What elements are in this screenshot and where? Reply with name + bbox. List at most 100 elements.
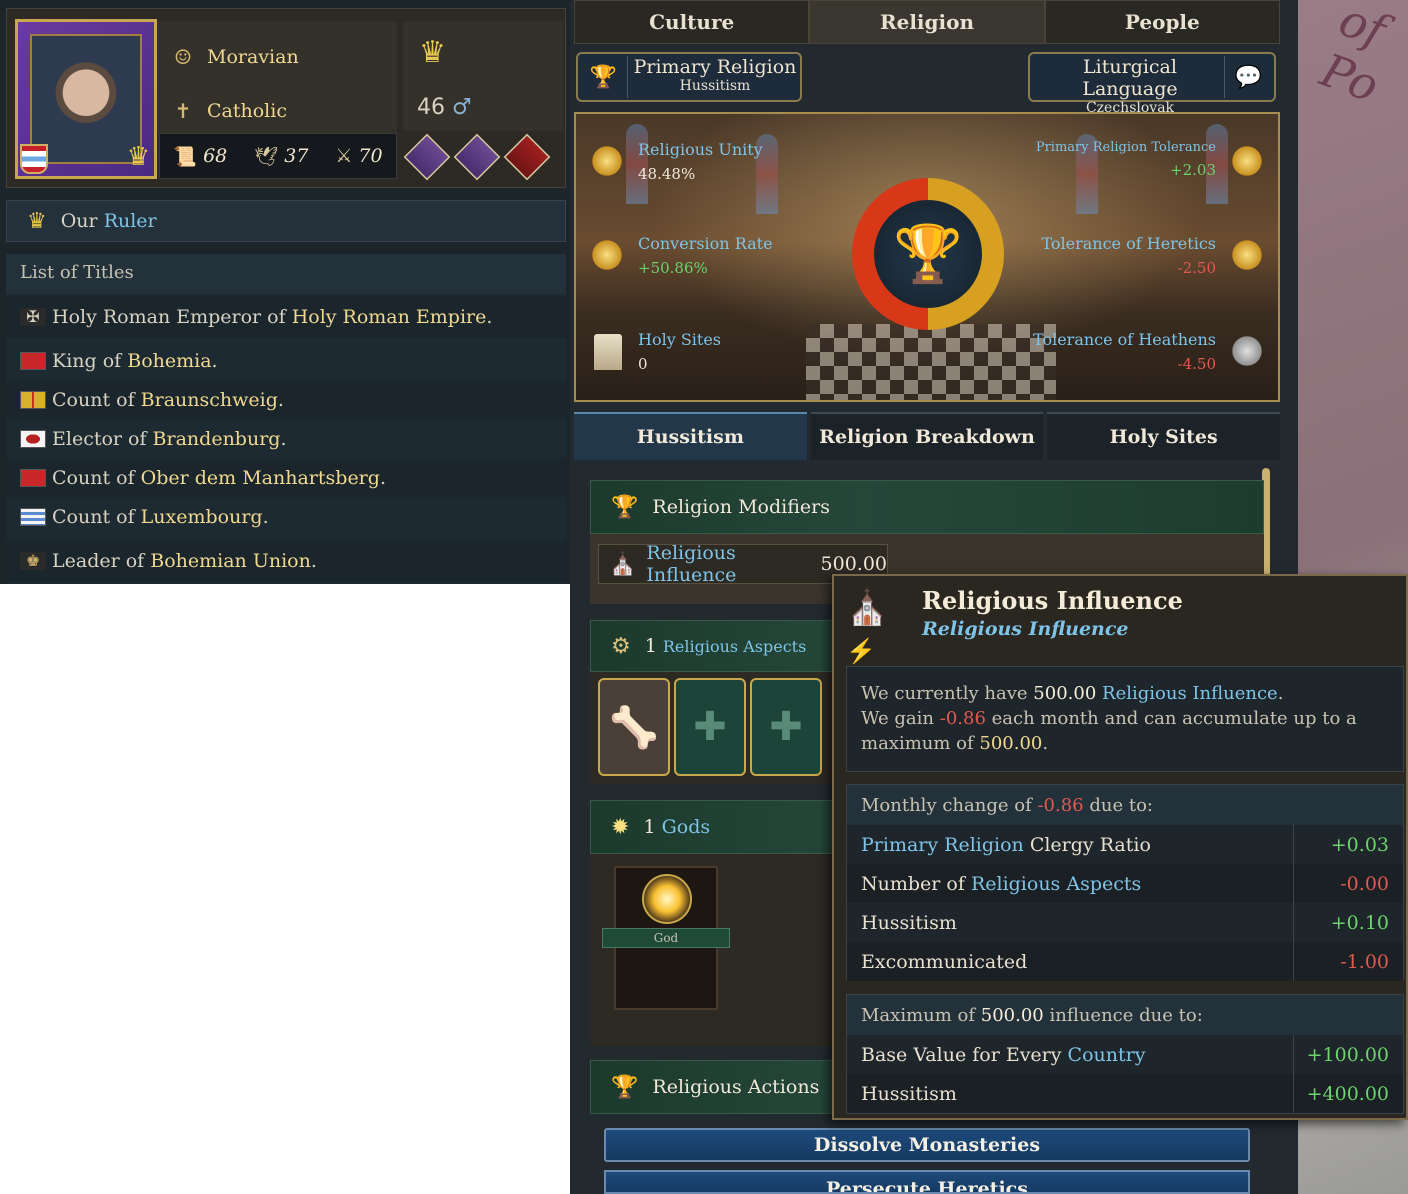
religion-name: Catholic (207, 100, 287, 122)
tab-culture[interactable]: Culture (574, 0, 810, 44)
tab-religion[interactable]: Religion (809, 0, 1045, 44)
male-icon: ♂ (452, 95, 472, 120)
union-crown-icon: ♚ (20, 552, 46, 570)
breakdown-link[interactable]: Primary Religion (861, 834, 1024, 856)
desc-monthly-value: -0.86 (939, 708, 986, 729)
tab-religion-breakdown[interactable]: Religion Breakdown (810, 412, 1044, 460)
dissolve-monasteries-button[interactable]: Dissolve Monasteries (604, 1128, 1250, 1162)
religion-row[interactable]: ✝ Catholic (171, 91, 287, 131)
chalice-icon: 🏆 (874, 200, 982, 308)
age-box: ♛ 46 ♂ (403, 21, 563, 131)
primary-religion-value: Hussitism (679, 78, 751, 94)
breakdown-row: Hussitism +0.10 (847, 903, 1403, 942)
breakdown-value: +0.10 (1293, 903, 1389, 942)
title-name[interactable]: Ober dem Manhartsberg (141, 467, 380, 489)
tab-people[interactable]: People (1044, 0, 1280, 44)
our-ruler-link[interactable]: ♛ Our Ruler (6, 200, 566, 242)
sun-icon (590, 144, 624, 178)
aspect-slot-relic-icon[interactable]: 🦴 (598, 678, 670, 776)
church-lightning-icon: ⛪⚡ (846, 588, 889, 665)
religious-aspects-title: 1 Religious Aspects (645, 635, 807, 657)
conversion-rate-stat[interactable]: Conversion Rate +50.86% (638, 234, 773, 277)
desc-max-value: 500.00 (979, 733, 1043, 754)
ruler-link[interactable]: Ruler (104, 210, 157, 232)
trait-jester-icon[interactable] (453, 133, 501, 181)
monthly-head-text: Monthly change of (861, 794, 1032, 816)
title-end: . (310, 550, 317, 572)
admin-skill-value: 68 (203, 145, 228, 167)
tab-holy-sites[interactable]: Holy Sites (1047, 412, 1281, 460)
heretics-tolerance-value: -2.50 (1177, 259, 1216, 277)
gods-title: 1 Gods (643, 816, 710, 838)
breakdown-row: Primary Religion Clergy Ratio +0.03 (847, 825, 1403, 864)
breakdown-link[interactable]: Religious Aspects (971, 873, 1141, 895)
monthly-change-header: Monthly change of -0.86 due to: (847, 785, 1403, 825)
heathens-tolerance-stat[interactable]: Tolerance of Heathens -4.50 (1033, 330, 1216, 373)
title-role: Elector of (52, 428, 147, 450)
breakdown-text: Clergy Ratio (1029, 833, 1151, 856)
titles-header: List of Titles (6, 254, 566, 294)
tab-hussitism[interactable]: Hussitism (574, 412, 807, 460)
max-head-text: influence due to: (1049, 1004, 1203, 1026)
military-skill[interactable]: ⚔ 70 (335, 145, 382, 167)
religious-influence-label: Religious Influence (646, 542, 737, 586)
religion-unity-ring[interactable]: 🏆 (852, 178, 1004, 330)
crown-icon: ♛ (27, 208, 47, 234)
holy-sites-stat[interactable]: Holy Sites 0 (638, 330, 721, 373)
title-row[interactable]: ✠ Holy Roman Emperor of Holy Roman Empir… (6, 296, 566, 338)
liturgical-language-pill[interactable]: Liturgical Language Czechslovak 💬 (1028, 52, 1276, 116)
title-name[interactable]: Braunschweig (141, 389, 278, 411)
primary-tolerance-stat[interactable]: Primary Religion Tolerance +2.03 (1036, 140, 1216, 179)
trait-hat-icon[interactable] (503, 133, 551, 181)
ruler-age[interactable]: 46 ♂ (417, 95, 472, 120)
next-action-label: Persecute Heretics (826, 1178, 1028, 1194)
religion-modifiers-header[interactable]: 🏆 Religion Modifiers (590, 480, 1264, 534)
title-row[interactable]: ♚ Leader of Bohemian Union. (6, 540, 566, 582)
dove-icon: 🕊 (254, 145, 279, 168)
titles-list: List of Titles ✠ Holy Roman Emperor of H… (6, 254, 566, 584)
tooltip-subtitle[interactable]: Religious Influence (922, 618, 1129, 640)
title-row[interactable]: Count of Luxembourg. (6, 498, 566, 536)
breakdown-label: Hussitism (861, 911, 957, 934)
trait-book-icon[interactable] (403, 133, 451, 181)
title-row[interactable]: Count of Braunschweig. (6, 381, 566, 419)
next-action-button[interactable]: Persecute Heretics (604, 1170, 1250, 1194)
aspect-slot-empty-cross-icon[interactable]: ✚ (750, 678, 822, 776)
admin-skill[interactable]: 📜 68 (173, 145, 227, 168)
desc-punct: . (1277, 683, 1284, 704)
culture-row[interactable]: ☺ Moravian (171, 37, 299, 77)
title-name[interactable]: Brandenburg (153, 428, 281, 450)
maximum-breakdown: Maximum of 500.00 influence due to: Base… (846, 994, 1404, 1114)
max-head-value: 500.00 (980, 1004, 1044, 1026)
top-tabs: Culture Religion People (574, 0, 1280, 44)
title-row[interactable]: Elector of Brandenburg. (6, 420, 566, 458)
sunburst-icon: ✹ (611, 814, 630, 840)
title-role: Count of (52, 506, 135, 528)
diplomatic-skill[interactable]: 🕊 37 (254, 145, 308, 168)
religious-influence-value: 500.00 (820, 553, 887, 575)
desc-influence-link[interactable]: Religious Influence (1102, 683, 1278, 704)
culture-masks-icon: ☺ (174, 45, 192, 69)
title-name[interactable]: Luxembourg (141, 506, 263, 528)
ruler-traits (403, 133, 565, 181)
luxembourg-coat-of-arms-icon[interactable] (20, 144, 48, 174)
title-row[interactable]: Count of Ober dem Manhartsberg. (6, 459, 566, 497)
breakdown-label: Primary Religion Clergy Ratio (861, 834, 1151, 856)
title-name[interactable]: Bohemian Union (150, 550, 311, 572)
aspect-slot-empty-cross-icon[interactable]: ✚ (674, 678, 746, 776)
title-name[interactable]: Bohemia (127, 350, 211, 372)
title-name[interactable]: Holy Roman Empire (292, 306, 487, 328)
breakdown-link[interactable]: Country (1068, 1044, 1146, 1066)
heretics-tolerance-stat[interactable]: Tolerance of Heretics -2.50 (1041, 234, 1216, 277)
religious-actions-title: Religious Actions (652, 1076, 820, 1098)
gods-count: 1 (643, 816, 656, 838)
ruler-card: ♛ ☺ Moravian ✝ Catholic 📜 68 🕊 37 ⚔ 70 ♛ 46… (6, 8, 566, 188)
ruler-portrait[interactable]: ♛ (15, 19, 157, 179)
religious-unity-stat[interactable]: Religious Unity 48.48% (638, 140, 763, 183)
title-row[interactable]: King of Bohemia. (6, 342, 566, 380)
primary-religion-pill[interactable]: 🏆 Primary Religion Hussitism (576, 52, 802, 102)
god-card[interactable]: God (602, 866, 730, 1010)
breakdown-row: Hussitism +400.00 (847, 1074, 1403, 1113)
church-lightning-icon: ⛪ (609, 551, 637, 577)
sun-hand-icon (1230, 238, 1264, 272)
